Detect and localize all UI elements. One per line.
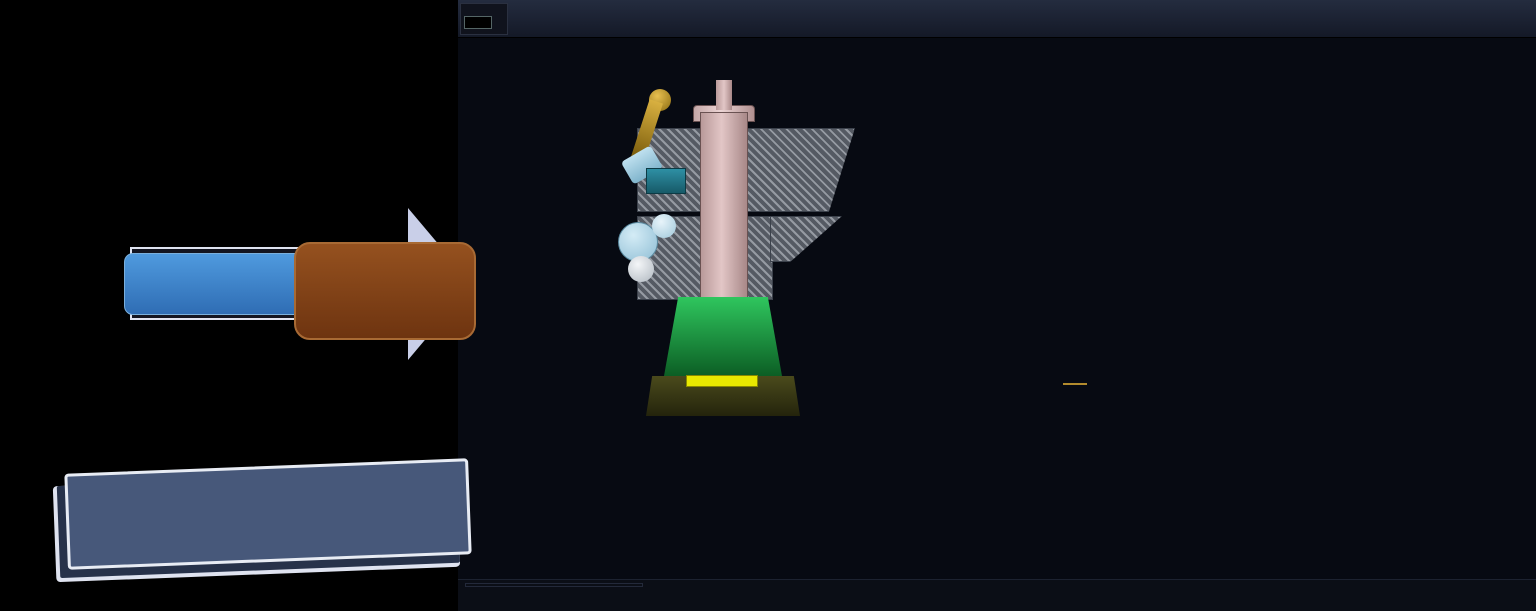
engine-cylinder xyxy=(700,112,748,300)
topic-text-box xyxy=(294,242,476,340)
top-bar xyxy=(458,0,1536,38)
topic-label-box xyxy=(124,253,306,315)
simulator-background xyxy=(458,0,1536,611)
er-temp-value xyxy=(464,16,492,29)
engine-stem xyxy=(716,80,732,110)
sers-simulator-screen xyxy=(0,0,1536,611)
engine-body xyxy=(664,297,782,376)
version-info xyxy=(465,583,643,587)
figure-caption-box xyxy=(64,458,472,570)
aux-equipment xyxy=(646,168,686,194)
engine-platform xyxy=(686,375,758,387)
flywheel xyxy=(628,256,654,282)
turbocharger-small xyxy=(652,214,676,238)
